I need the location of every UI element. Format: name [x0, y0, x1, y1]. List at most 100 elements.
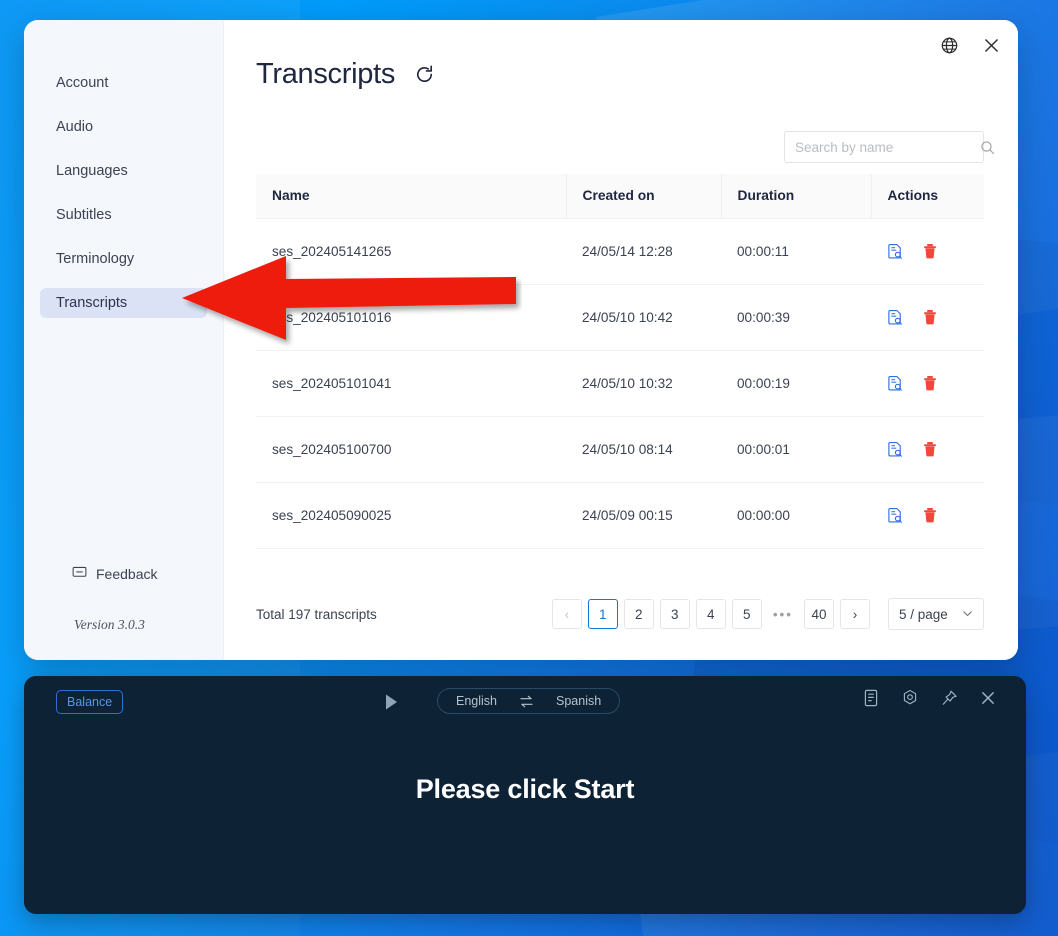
cell-name: ses_202405090025 — [256, 482, 566, 549]
balance-button[interactable]: Balance — [56, 690, 124, 714]
sidebar-item-transcripts[interactable]: Transcripts — [40, 288, 207, 318]
feedback-label: Feedback — [96, 566, 158, 582]
pagination-page-4[interactable]: 4 — [695, 599, 726, 629]
cell-duration: 00:00:19 — [721, 350, 871, 417]
sidebar-item-terminology[interactable]: Terminology — [40, 244, 207, 274]
table-row[interactable]: ses_202405141265 24/05/14 12:28 00:00:11 — [256, 218, 984, 285]
page-header: Transcripts — [224, 20, 1018, 91]
trash-icon[interactable] — [922, 309, 938, 326]
sidebar-item-account[interactable]: Account — [40, 68, 207, 98]
page-size-select[interactable]: 5 / page — [888, 598, 984, 630]
transcript-icon[interactable] — [863, 689, 879, 707]
cell-duration: 00:00:01 — [721, 416, 871, 483]
cell-created-on: 24/05/10 08:14 — [566, 416, 721, 483]
pagination-page-last[interactable]: 40 — [804, 599, 834, 629]
pagination: ‹ 1 2 3 4 5 ••• 40 › 5 / page — [551, 598, 984, 630]
pagination-page-2[interactable]: 2 — [623, 599, 654, 629]
cell-actions — [871, 416, 984, 483]
document-search-icon[interactable] — [887, 309, 904, 326]
document-search-icon[interactable] — [887, 243, 904, 260]
cell-actions — [871, 482, 984, 549]
settings-sidebar: Account Audio Languages Subtitles Termin… — [24, 20, 224, 660]
panel-icon-group — [863, 689, 996, 707]
trash-icon[interactable] — [922, 375, 938, 392]
search-box[interactable] — [784, 131, 995, 163]
cell-actions — [871, 284, 984, 351]
target-language-label[interactable]: Spanish — [556, 694, 601, 708]
total-count-label: Total 197 transcripts — [256, 606, 377, 622]
swap-arrows-icon[interactable] — [519, 695, 534, 708]
cell-duration: 00:00:39 — [721, 284, 871, 351]
window-controls — [936, 32, 1004, 58]
settings-gear-icon[interactable] — [901, 689, 919, 707]
table-row[interactable]: ses_202405101016 24/05/10 10:42 00:00:39 — [256, 284, 984, 351]
feedback-button[interactable]: Feedback — [72, 565, 157, 583]
close-icon[interactable] — [980, 690, 996, 706]
pagination-ellipsis[interactable]: ••• — [767, 599, 798, 629]
feedback-icon — [72, 565, 87, 583]
document-search-icon[interactable] — [887, 507, 904, 524]
pin-icon[interactable] — [941, 689, 958, 707]
sidebar-item-label: Languages — [56, 163, 128, 179]
play-icon[interactable] — [380, 690, 404, 714]
sidebar-item-label: Subtitles — [56, 207, 112, 223]
cell-duration: 00:00:11 — [721, 218, 871, 285]
panel-toolbar: Balance English Spanish — [24, 676, 1026, 728]
column-header-created-on: Created on — [565, 174, 721, 219]
panel-status-message: Please click Start — [415, 774, 635, 804]
cell-name: ses_202405101041 — [256, 350, 566, 417]
version-label: Version 3.0.3 — [74, 617, 145, 632]
settings-window: Account Audio Languages Subtitles Termin… — [24, 20, 1018, 660]
page-size-label: 5 / page — [899, 606, 948, 622]
cell-created-on: 24/05/10 10:32 — [566, 350, 721, 417]
table-row[interactable]: ses_202405090025 24/05/09 00:15 00:00:00 — [256, 482, 984, 549]
page-title: Transcripts — [256, 58, 396, 90]
source-language-label[interactable]: English — [456, 694, 497, 708]
trash-icon[interactable] — [922, 507, 938, 524]
pagination-next-button[interactable]: › — [840, 599, 870, 629]
search-icon[interactable] — [980, 140, 1005, 155]
sidebar-item-label: Audio — [56, 119, 94, 135]
pagination-page-3[interactable]: 3 — [659, 599, 690, 629]
sidebar-item-label: Transcripts — [56, 295, 128, 311]
document-search-icon[interactable] — [887, 375, 904, 392]
cell-actions — [871, 350, 984, 417]
cell-created-on: 24/05/14 12:28 — [566, 218, 721, 285]
cell-name: ses_202405101016 — [256, 284, 566, 351]
cell-name: ses_202405100700 — [256, 416, 566, 483]
table-footer: Total 197 transcripts ‹ 1 2 3 4 5 ••• 40… — [256, 598, 984, 630]
sidebar-item-label: Account — [56, 75, 109, 91]
search-input[interactable] — [785, 139, 980, 155]
refresh-icon[interactable] — [413, 63, 436, 86]
table-row[interactable]: ses_202405100700 24/05/10 08:14 00:00:01 — [256, 416, 984, 483]
globe-icon[interactable] — [936, 32, 962, 58]
sidebar-item-subtitles[interactable]: Subtitles — [40, 200, 207, 230]
sidebar-item-audio[interactable]: Audio — [40, 112, 207, 142]
pagination-page-5[interactable]: 5 — [731, 599, 762, 629]
table-header-row: Name Created on Duration Actions — [256, 174, 984, 219]
cell-duration: 00:00:00 — [721, 482, 871, 549]
language-switcher[interactable]: English Spanish — [437, 688, 621, 714]
table-row[interactable]: ses_202405101041 24/05/10 10:32 00:00:19 — [256, 350, 984, 417]
translator-panel: Balance English Spanish Please click Sta… — [24, 676, 1026, 914]
sidebar-item-languages[interactable]: Languages — [40, 156, 207, 186]
settings-main-pane: Transcripts Search by name Name Created … — [224, 20, 1018, 660]
cell-actions — [871, 218, 984, 285]
cell-created-on: 24/05/09 00:15 — [566, 482, 721, 549]
pagination-page-1[interactable]: 1 — [587, 599, 618, 629]
sidebar-nav-list: Account Audio Languages Subtitles Termin… — [24, 20, 223, 318]
trash-icon[interactable] — [922, 441, 938, 458]
column-header-name: Name — [256, 174, 566, 219]
column-header-actions: Actions — [870, 174, 984, 219]
trash-icon[interactable] — [922, 243, 938, 260]
column-header-duration: Duration — [720, 174, 871, 219]
transcripts-table: Name Created on Duration Actions ses_202… — [256, 174, 984, 549]
desktop-background: Account Audio Languages Subtitles Termin… — [0, 0, 1058, 936]
cell-created-on: 24/05/10 10:42 — [566, 284, 721, 351]
close-icon[interactable] — [978, 32, 1004, 58]
document-search-icon[interactable] — [887, 441, 904, 458]
sidebar-item-label: Terminology — [56, 251, 135, 267]
cell-name: ses_202405141265 — [256, 218, 566, 285]
pagination-prev-button[interactable]: ‹ — [551, 599, 582, 629]
chevron-down-icon — [962, 607, 973, 622]
